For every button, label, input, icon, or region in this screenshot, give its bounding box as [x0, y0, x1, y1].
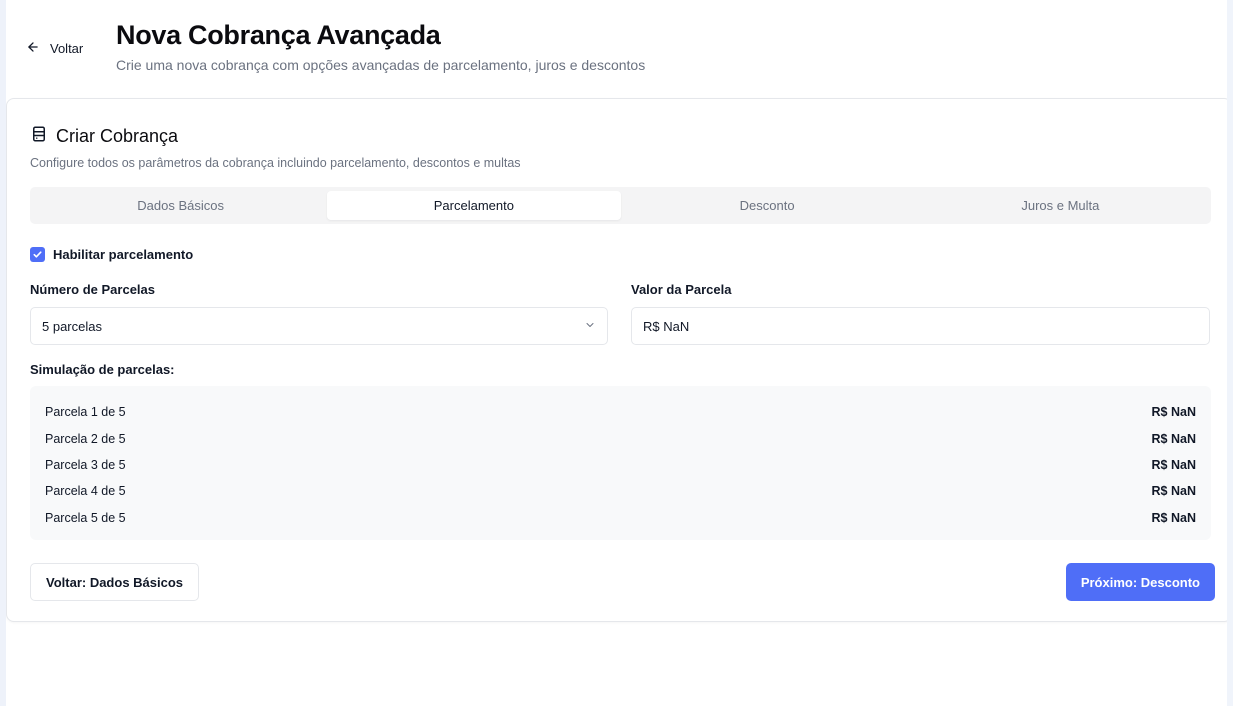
next-discount-button[interactable]: Próximo: Desconto — [1065, 563, 1215, 601]
simulation-list: Parcela 1 de 5 R$ NaN Parcela 2 de 5 R$ … — [30, 386, 1211, 540]
page: Voltar Nova Cobrança Avançada Crie uma n… — [0, 0, 1233, 706]
page-title: Nova Cobrança Avançada — [116, 20, 441, 50]
installment-value-text: R$ NaN — [643, 318, 690, 334]
installment-value-label: Valor da Parcela — [631, 282, 732, 297]
simulation-item-label: Parcela 2 de 5 — [45, 431, 126, 446]
installment-value-field[interactable]: R$ NaN — [631, 307, 1210, 345]
tab-parcelamento[interactable]: Parcelamento — [327, 191, 621, 220]
simulation-label: Simulação de parcelas: — [30, 362, 175, 377]
list-item: Parcela 4 de 5 R$ NaN — [45, 478, 1196, 504]
back-to-basic-data-button[interactable]: Voltar: Dados Básicos — [30, 563, 200, 601]
installments-count-value: 5 parcelas — [42, 318, 102, 334]
simulation-item-label: Parcela 3 de 5 — [45, 457, 126, 472]
card-description: Configure todos os parâmetros da cobranç… — [30, 156, 521, 170]
tab-desconto[interactable]: Desconto — [621, 191, 914, 220]
chevron-down-icon — [584, 319, 596, 334]
installments-count-select[interactable]: 5 parcelas — [30, 307, 608, 345]
simulation-item-amount: R$ NaN — [1151, 484, 1196, 499]
enable-installments-row: Habilitar parcelamento — [30, 247, 193, 262]
scrollbar-track — [1227, 0, 1233, 706]
list-item: Parcela 3 de 5 R$ NaN — [45, 452, 1196, 478]
arrow-left-icon — [26, 40, 40, 57]
simulation-item-amount: R$ NaN — [1151, 431, 1196, 446]
tabs: Dados Básicos Parcelamento Desconto Juro… — [30, 187, 1211, 224]
page-subtitle: Crie uma nova cobrança com opções avança… — [116, 57, 646, 73]
charge-form-card: Criar Cobrança Configure todos os parâme… — [6, 98, 1232, 622]
simulation-item-amount: R$ NaN — [1151, 457, 1196, 472]
installments-count-label: Número de Parcelas — [30, 282, 156, 297]
page-header: Voltar Nova Cobrança Avançada Crie uma n… — [6, 0, 1233, 98]
back-link[interactable]: Voltar — [22, 38, 87, 59]
tab-dados-basicos[interactable]: Dados Básicos — [34, 191, 327, 220]
list-item: Parcela 1 de 5 R$ NaN — [45, 399, 1196, 425]
simulation-item-label: Parcela 4 de 5 — [45, 484, 126, 499]
enable-installments-checkbox[interactable] — [30, 247, 45, 262]
check-icon — [33, 251, 42, 258]
simulation-item-amount: R$ NaN — [1151, 405, 1196, 420]
simulation-item-label: Parcela 5 de 5 — [45, 510, 126, 525]
back-link-label: Voltar — [50, 41, 84, 56]
tab-juros-e-multa[interactable]: Juros e Multa — [914, 191, 1207, 220]
receipt-icon — [30, 125, 48, 148]
card-title-text: Criar Cobrança — [56, 126, 179, 146]
enable-installments-label[interactable]: Habilitar parcelamento — [53, 247, 193, 262]
simulation-item-amount: R$ NaN — [1151, 510, 1196, 525]
simulation-item-label: Parcela 1 de 5 — [45, 405, 126, 420]
card-title: Criar Cobrança — [30, 125, 178, 148]
list-item: Parcela 2 de 5 R$ NaN — [45, 425, 1196, 451]
list-item: Parcela 5 de 5 R$ NaN — [45, 505, 1196, 531]
